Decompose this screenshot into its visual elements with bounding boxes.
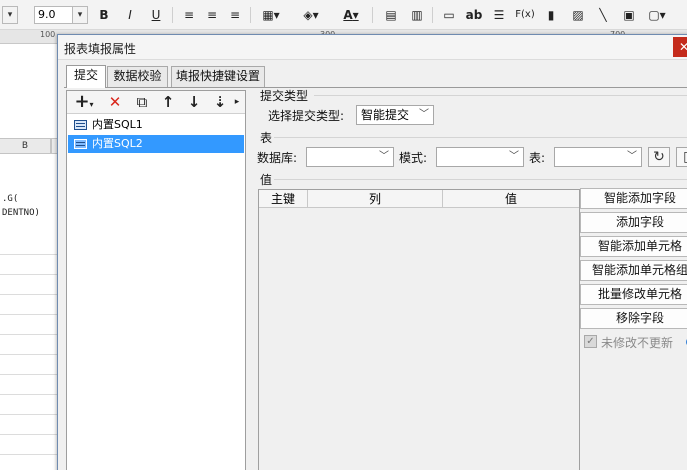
spreadsheet-area[interactable]: B .G( DENTNO) (0, 44, 59, 470)
add-field-button[interactable]: 添加字段 (580, 212, 687, 233)
section-divider (314, 95, 687, 96)
schema-label: 模式: (399, 151, 428, 165)
section-divider (274, 137, 687, 138)
list-item-label: 内置SQL2 (92, 137, 143, 150)
font-size-dropdown-arrow[interactable]: ▾ (72, 6, 88, 24)
submit-list-panel: +▾ ✕ ⧉ ↑ ↓ ⇣ ▸ 内置SQL1 内置SQL2 (66, 90, 246, 470)
chevron-down-icon: ﹀ (419, 109, 429, 120)
toolbar-separator (432, 7, 433, 23)
section-divider (274, 179, 687, 180)
unmodified-no-update-label: 未修改不更新 (601, 336, 674, 350)
sort-icon[interactable]: ⇣ (210, 93, 230, 111)
font-color-icon[interactable]: A▾ (336, 6, 366, 24)
toolbar-separator (372, 7, 373, 23)
add-icon[interactable]: +▾ (71, 93, 97, 111)
italic-button[interactable]: I (122, 6, 138, 24)
column-header-column[interactable]: 列 (308, 190, 443, 208)
column-header-b[interactable]: B (0, 138, 51, 154)
move-down-icon[interactable]: ↓ (184, 93, 204, 111)
schema-select[interactable]: ﹀ (436, 147, 524, 167)
dialog-title: 报表填报属性 (64, 42, 137, 56)
list-item[interactable]: 内置SQL1 (68, 116, 244, 134)
grid-line (0, 274, 58, 275)
align-right-icon[interactable]: ≡ (226, 6, 244, 24)
column-header-value[interactable]: 值 (443, 190, 579, 208)
grid-line (0, 314, 58, 315)
grid-line (0, 354, 58, 355)
frame-icon[interactable]: ▢▾ (645, 6, 669, 24)
list-toolbar: +▾ ✕ ⧉ ↑ ↓ ⇣ ▸ (67, 91, 245, 114)
grid-line (0, 374, 58, 375)
database-label: 数据库: (257, 151, 298, 165)
sql-table-icon (74, 139, 87, 149)
underline-button[interactable]: U (148, 6, 164, 24)
grid-line (0, 434, 58, 435)
merge-cells-icon[interactable]: ▤ (382, 6, 400, 24)
value-table[interactable]: 主键 列 值 (258, 189, 580, 470)
border-icon[interactable]: ▦▾ (256, 6, 286, 24)
unmodified-no-update-checkbox[interactable]: ✓ (584, 335, 597, 348)
align-left-icon[interactable]: ≡ (180, 6, 198, 24)
value-section-title: 值 (260, 173, 273, 187)
tab-submit[interactable]: 提交 (66, 65, 106, 88)
tab-data-validation[interactable]: 数据校验 (107, 66, 168, 87)
grid-line (0, 394, 58, 395)
text-field-icon[interactable]: ▭ (440, 6, 458, 24)
list-item-label: 内置SQL1 (92, 118, 143, 131)
main-toolbar: ▾ 9.0 ▾ B I U ≡ ≡ ≡ ▦▾ ◈▾ A▾ ▤ ▥ ▭ ab ☰ … (0, 0, 687, 30)
sql-table-icon (74, 120, 87, 130)
toolbar-separator (172, 7, 173, 23)
remove-field-button[interactable]: 移除字段 (580, 308, 687, 329)
grid-line (0, 294, 58, 295)
bold-button[interactable]: B (96, 6, 112, 24)
chevron-down-icon: ﹀ (627, 151, 637, 162)
font-size-input[interactable]: 9.0 (34, 6, 74, 24)
database-select[interactable]: ﹀ (306, 147, 394, 167)
chevron-down-icon: ﹀ (379, 151, 389, 162)
refresh-icon[interactable]: ↻ (648, 147, 670, 167)
chevron-down-icon: ﹀ (509, 151, 519, 162)
grid-line (0, 414, 58, 415)
report-fill-properties-dialog: 报表填报属性 ✕ 提交 数据校验 填报快捷键设置 +▾ ✕ ⧉ ↑ ↓ ⇣ ▸ … (57, 34, 687, 470)
richtext-icon[interactable]: ☰ (490, 6, 508, 24)
batch-modify-cell-button[interactable]: 批量修改单元格 (580, 284, 687, 305)
chart-icon[interactable]: ▮ (542, 6, 560, 24)
text-icon[interactable]: ab (464, 6, 484, 24)
smart-add-field-button[interactable]: 智能添加字段 (580, 188, 687, 209)
ruler-label: 100 (40, 30, 56, 39)
split-cells-icon[interactable]: ▥ (408, 6, 426, 24)
formula-icon[interactable]: F(x) (514, 6, 536, 24)
list-item[interactable]: 内置SQL2 (68, 135, 244, 153)
fill-color-icon[interactable]: ◈▾ (296, 6, 326, 24)
table-label: 表: (529, 151, 546, 165)
grid-line (0, 454, 58, 455)
align-center-icon[interactable]: ≡ (203, 6, 221, 24)
column-header-primary-key[interactable]: 主键 (259, 190, 308, 208)
grid-line (0, 254, 58, 255)
more-arrow-icon[interactable]: ▸ (230, 93, 244, 111)
cell-text: .G( (2, 194, 19, 204)
copy-icon[interactable]: ⧉ (132, 93, 152, 111)
smart-add-cell-button[interactable]: 智能添加单元格 (580, 236, 687, 257)
cell-text: DENTNO) (2, 208, 40, 218)
close-button[interactable]: ✕ (673, 37, 687, 57)
delete-icon[interactable]: ✕ (105, 93, 125, 111)
toolbar-separator (250, 7, 251, 23)
form-icon[interactable]: ▣ (620, 6, 638, 24)
image-icon[interactable]: ▨ (568, 6, 588, 24)
value-table-header: 主键 列 值 (259, 190, 579, 208)
submit-type-label: 选择提交类型: (268, 109, 345, 123)
move-up-icon[interactable]: ↑ (158, 93, 178, 111)
dialog-titlebar[interactable]: 报表填报属性 ✕ (58, 35, 687, 60)
smart-add-cell-group-button[interactable]: 智能添加单元格组 (580, 260, 687, 281)
slash-icon[interactable]: ╲ (594, 6, 612, 24)
grid-line (0, 334, 58, 335)
font-name-dropdown-arrow[interactable]: ▾ (2, 6, 18, 24)
table-select[interactable]: ﹀ (554, 147, 642, 167)
submit-type-section-title: 提交类型 (260, 89, 309, 103)
tab-shortcut-settings[interactable]: 填报快捷键设置 (171, 66, 265, 87)
submit-type-select[interactable]: 智能提交 ﹀ (356, 105, 434, 125)
table-section-title: 表 (260, 131, 273, 145)
edit-icon[interactable]: ▯ (676, 147, 687, 167)
